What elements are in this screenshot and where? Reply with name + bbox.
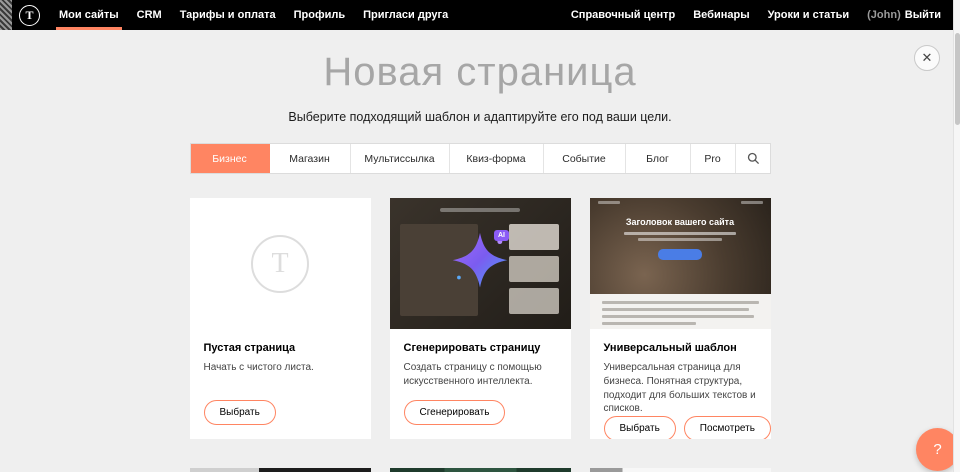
template-card-partial[interactable] <box>190 468 371 472</box>
preview-nav-bar <box>590 198 771 208</box>
tab-shop[interactable]: Магазин <box>270 144 351 173</box>
card-title: Универсальный шаблон <box>604 342 757 354</box>
tab-label: Бизнес <box>212 153 246 165</box>
template-preview-partial <box>390 468 571 472</box>
tab-quiz-form[interactable]: Квиз-форма <box>450 144 544 173</box>
tab-pro[interactable]: Pro <box>691 144 736 173</box>
page-title: Новая страница <box>0 50 960 95</box>
close-icon: ✕ <box>922 50 933 66</box>
preview-subtext-line <box>624 232 736 235</box>
template-category-tabs: Бизнес Магазин Мультиссылка Квиз-форма С… <box>190 143 771 174</box>
nav-item-webinars[interactable]: Вебинары <box>684 0 758 30</box>
template-preview-partial <box>190 468 371 472</box>
search-icon <box>747 152 760 165</box>
preview-panel <box>509 224 559 250</box>
preview-universal-button[interactable]: Посмотреть <box>684 416 771 439</box>
nav-left-group: Мои сайты CRM Тарифы и оплата Профиль Пр… <box>50 0 457 30</box>
nav-item-label: Вебинары <box>693 9 749 21</box>
user-name: (John) <box>867 9 901 21</box>
template-card-universal: Заголовок вашего сайта Универсальный шаб… <box>590 198 771 439</box>
app-logo[interactable]: T <box>12 0 50 30</box>
tab-label: Магазин <box>289 153 330 165</box>
template-cards-row: T Пустая страница Начать с чистого листа… <box>190 198 771 439</box>
nav-item-label: CRM <box>137 9 162 21</box>
tab-label: Квиз-форма <box>466 153 525 165</box>
card-buttons: Выбрать Посмотреть <box>604 416 757 439</box>
question-mark-icon: ? <box>933 441 941 458</box>
nav-item-invite-friend[interactable]: Пригласи друга <box>354 0 457 30</box>
tab-label: Мультиссылка <box>364 153 434 165</box>
preview-heading: Заголовок вашего сайта <box>626 217 734 227</box>
template-preview-partial <box>590 468 771 472</box>
tab-event[interactable]: Событие <box>544 144 626 173</box>
card-body: Сгенерировать страницу Создать страницу … <box>390 329 571 439</box>
universal-template-preview[interactable]: Заголовок вашего сайта <box>590 198 771 329</box>
page-subtitle: Выберите подходящий шаблон и адаптируйте… <box>0 110 960 124</box>
card-description: Создать страницу с помощью искусственног… <box>404 361 557 389</box>
nav-item-label: Мои сайты <box>59 9 119 21</box>
tab-label: Блог <box>646 153 669 165</box>
card-body: Универсальный шаблон Универсальная стран… <box>590 329 771 439</box>
card-body: Пустая страница Начать с чистого листа. … <box>190 329 371 439</box>
nav-item-crm[interactable]: CRM <box>128 0 171 30</box>
preview-hero-section: Заголовок вашего сайта <box>590 198 771 294</box>
preview-title-bar <box>440 208 520 212</box>
template-card-blank: T Пустая страница Начать с чистого листа… <box>190 198 371 439</box>
nav-item-lessons[interactable]: Уроки и статьи <box>759 0 859 30</box>
preview-text-section <box>590 294 771 329</box>
ai-badge: AI <box>494 230 509 241</box>
top-navigation-bar: T Мои сайты CRM Тарифы и оплата Профиль … <box>0 0 960 30</box>
card-title: Пустая страница <box>204 342 357 354</box>
close-button[interactable]: ✕ <box>914 45 940 71</box>
nav-item-logout[interactable]: (John) Выйти <box>858 0 950 30</box>
logo-icon: T <box>19 5 40 26</box>
generate-button[interactable]: Сгенерировать <box>404 400 506 425</box>
tab-business[interactable]: Бизнес <box>191 144 270 173</box>
blank-template-preview[interactable]: T <box>190 198 371 329</box>
scrollbar-thumb[interactable] <box>955 33 960 125</box>
nav-right-group: Справочный центр Вебинары Уроки и статьи… <box>562 0 950 30</box>
preview-panel <box>509 256 559 282</box>
logout-label: Выйти <box>905 9 941 21</box>
tab-multilink[interactable]: Мультиссылка <box>351 144 450 173</box>
nav-item-tariffs[interactable]: Тарифы и оплата <box>171 0 285 30</box>
preview-subtext-line <box>638 238 722 241</box>
edge-pattern-decoration <box>0 0 12 30</box>
tab-search[interactable] <box>736 144 772 173</box>
card-title: Сгенерировать страницу <box>404 342 557 354</box>
nav-item-label: Профиль <box>294 9 345 21</box>
card-description: Универсальная страница для бизнеса. Поня… <box>604 361 757 416</box>
tab-label: Событие <box>562 153 606 165</box>
choose-blank-button[interactable]: Выбрать <box>204 400 276 425</box>
card-buttons: Выбрать <box>204 400 357 425</box>
template-card-ai-generate: AI Сгенерировать страницу Создать страни… <box>390 198 571 439</box>
nav-item-label: Справочный центр <box>571 9 675 21</box>
nav-item-profile[interactable]: Профиль <box>285 0 354 30</box>
nav-item-my-sites[interactable]: Мои сайты <box>50 0 128 30</box>
preview-panel <box>509 288 559 314</box>
tab-blog[interactable]: Блог <box>626 144 691 173</box>
card-buttons: Сгенерировать <box>404 400 557 425</box>
tab-label: Pro <box>704 153 720 165</box>
template-cards-row-2 <box>190 468 771 472</box>
ai-template-preview[interactable]: AI <box>390 198 571 329</box>
tilda-logo-icon: T <box>251 235 309 293</box>
template-card-partial[interactable] <box>390 468 571 472</box>
preview-cta-button <box>658 249 702 260</box>
choose-universal-button[interactable]: Выбрать <box>604 416 676 439</box>
nav-item-label: Пригласи друга <box>363 9 448 21</box>
card-description: Начать с чистого листа. <box>204 361 357 375</box>
scrollbar-track[interactable] <box>953 0 960 472</box>
nav-item-label: Тарифы и оплата <box>180 9 276 21</box>
template-card-partial[interactable] <box>590 468 771 472</box>
nav-item-label: Уроки и статьи <box>768 9 850 21</box>
nav-item-help-center[interactable]: Справочный центр <box>562 0 684 30</box>
